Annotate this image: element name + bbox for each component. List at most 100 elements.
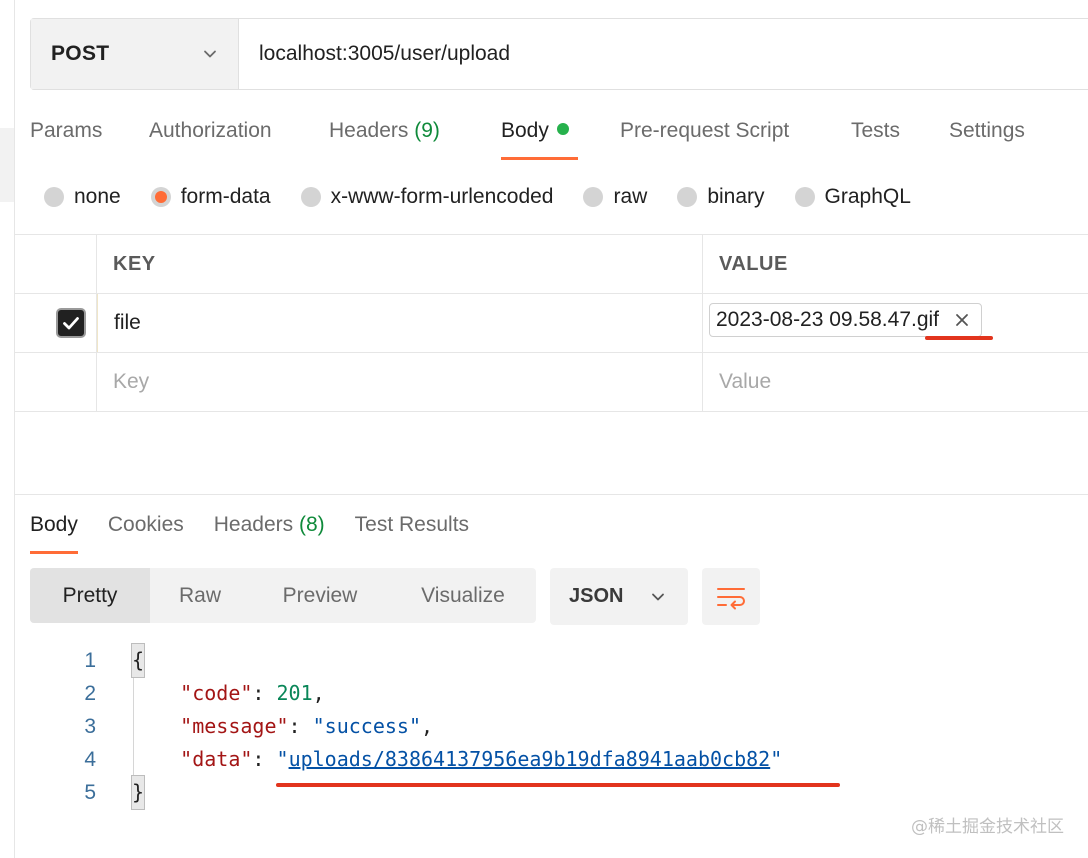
tab-label: Pre-request Script xyxy=(620,119,790,142)
radio-label: raw xyxy=(613,185,648,208)
code-line: 5} xyxy=(30,775,782,810)
wrap-lines-button[interactable] xyxy=(702,568,760,625)
close-brace: } xyxy=(130,775,146,810)
json-number: 201 xyxy=(276,681,313,705)
side-panel-edge xyxy=(0,0,15,858)
line-number: 2 xyxy=(84,682,96,705)
tab-test-results[interactable]: Test Results xyxy=(355,504,469,546)
headers-count: (9) xyxy=(414,119,440,142)
radio-label: GraphQL xyxy=(824,185,911,208)
line-number: 4 xyxy=(84,748,96,771)
radio-none[interactable]: none xyxy=(44,185,121,209)
value-placeholder-input[interactable]: Value xyxy=(703,353,1088,411)
json-key: "data" xyxy=(180,747,253,771)
view-raw[interactable]: Raw xyxy=(150,568,250,623)
method-select[interactable]: POST xyxy=(31,19,239,89)
header-value: VALUE xyxy=(719,252,788,275)
radio-label: form-data xyxy=(180,185,271,208)
radio-circle xyxy=(794,187,815,207)
json-key: "message" xyxy=(180,714,289,738)
code-line: 2 "code": 201, xyxy=(30,677,782,710)
tab-label: Authorization xyxy=(149,119,272,142)
radio-form-data[interactable]: form-data xyxy=(150,185,271,209)
row-check-cell xyxy=(15,294,97,352)
radio-circle xyxy=(44,187,64,207)
view-visualize[interactable]: Visualize xyxy=(390,568,536,623)
radio-binary[interactable]: binary xyxy=(677,185,765,209)
tab-body[interactable]: Body xyxy=(501,110,578,160)
headers-count: (8) xyxy=(298,513,325,536)
code-line: 4 "data": " uploads/83864137956ea9b19dfa8… xyxy=(30,743,782,776)
method-label: POST xyxy=(51,42,110,65)
radio-circle xyxy=(677,187,698,207)
radio-raw[interactable]: raw xyxy=(583,185,647,209)
radio-graphql[interactable]: GraphQL xyxy=(794,185,911,209)
view-pretty[interactable]: Pretty xyxy=(30,568,150,623)
tab-authorization[interactable]: Authorization xyxy=(149,110,329,152)
section-divider xyxy=(15,494,1088,495)
view-mode-segmented: Pretty Raw Preview Visualize xyxy=(30,568,536,623)
radio-label: binary xyxy=(707,185,765,208)
tab-label: Tests xyxy=(851,119,901,142)
file-name: 2023-08-23 09.58.47.gif xyxy=(716,308,940,331)
tab-label: Cookies xyxy=(107,513,184,536)
row-check-cell xyxy=(15,353,97,411)
tab-tests[interactable]: Tests xyxy=(851,110,949,152)
tab-response-headers[interactable]: Headers (8) xyxy=(214,504,325,546)
tab-pre-request-script[interactable]: Pre-request Script xyxy=(620,110,851,152)
table-row-empty: Key Value xyxy=(15,353,1088,412)
key-placeholder-input[interactable]: Key xyxy=(97,353,703,411)
chevron-down-icon xyxy=(652,593,664,601)
wrap-lines-icon xyxy=(717,587,745,609)
line-number: 1 xyxy=(84,649,96,672)
row-enabled-checkbox[interactable] xyxy=(55,308,86,338)
code-line: 1{ xyxy=(30,643,782,678)
close-icon[interactable] xyxy=(953,311,971,329)
radio-circle-selected xyxy=(150,187,171,207)
body-active-dot xyxy=(556,123,569,136)
open-brace: { xyxy=(130,643,146,678)
tab-headers[interactable]: Headers (9) xyxy=(329,110,501,152)
checkmark-icon xyxy=(62,317,79,330)
table-row: file 2023-08-23 09.58.47.gif xyxy=(15,294,1088,353)
row-value-cell: 2023-08-23 09.58.47.gif xyxy=(703,294,1088,352)
tab-label: Body xyxy=(501,119,549,142)
tab-label: Params xyxy=(30,119,103,142)
json-link-value[interactable]: uploads/83864137956ea9b19dfa8941aab0cb82 xyxy=(289,743,771,776)
line-number: 3 xyxy=(84,715,96,738)
radio-x-www-form-urlencoded[interactable]: x-www-form-urlencoded xyxy=(300,185,554,209)
line-number: 5 xyxy=(84,781,96,804)
tab-response-body[interactable]: Body xyxy=(30,504,78,554)
tab-label: Headers xyxy=(213,513,294,536)
code-line: 3 "message": "success", xyxy=(30,710,782,743)
request-url-bar: POST localhost:3005/user/upload xyxy=(30,18,1088,90)
file-chip[interactable]: 2023-08-23 09.58.47.gif xyxy=(709,303,983,337)
view-preview[interactable]: Preview xyxy=(250,568,390,623)
tab-label: Settings xyxy=(949,119,1025,142)
annotation-underline xyxy=(276,783,840,787)
tab-label: Headers xyxy=(329,119,409,142)
json-string: "success" xyxy=(312,714,422,738)
tab-settings[interactable]: Settings xyxy=(949,110,1049,152)
tab-cookies[interactable]: Cookies xyxy=(108,504,184,546)
radio-circle xyxy=(300,187,321,207)
tab-params[interactable]: Params xyxy=(30,110,149,152)
radio-label: none xyxy=(74,185,121,208)
radio-label: x-www-form-urlencoded xyxy=(330,185,554,208)
header-check-cell xyxy=(15,235,97,293)
row-key-input[interactable]: file xyxy=(97,294,703,352)
request-tabs: Params Authorization Headers (9) Body Pr… xyxy=(30,110,1049,166)
json-key: "code" xyxy=(180,681,253,705)
format-select[interactable]: JSON xyxy=(550,568,688,625)
side-panel-block xyxy=(0,128,14,202)
tab-label: Body xyxy=(30,513,78,536)
response-tabs: Body Cookies Headers (8) Test Results xyxy=(30,504,499,554)
header-key: KEY xyxy=(97,235,703,293)
body-type-options: none form-data x-www-form-urlencoded raw… xyxy=(44,178,941,216)
url-input[interactable]: localhost:3005/user/upload xyxy=(239,19,1088,89)
annotation-underline xyxy=(925,336,993,340)
form-data-table: KEY VALUE file 2023-08-23 09.58.47.gif K… xyxy=(15,234,1088,412)
table-header-row: KEY VALUE xyxy=(15,235,1088,294)
format-label: JSON xyxy=(569,585,624,607)
tab-label: Test Results xyxy=(354,513,470,536)
